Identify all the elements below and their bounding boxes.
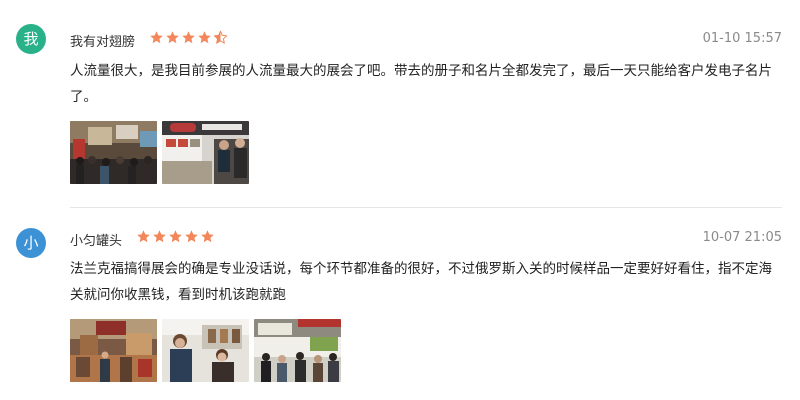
visitors-photo[interactable] xyxy=(162,319,249,382)
star-full-icon xyxy=(137,230,150,243)
rating-stars xyxy=(136,229,215,245)
review-timestamp: 01-10 15:57 xyxy=(702,31,782,46)
star-full-icon xyxy=(182,31,195,44)
review-item: 小 小匀罐头 10-07 21:05 法兰克福搞得展会的确是专业没话说，每个环节… xyxy=(0,208,800,400)
star-full-icon xyxy=(185,230,198,243)
photo-gallery xyxy=(70,121,249,184)
star-full-icon xyxy=(150,31,163,44)
exhibition-booth-photo[interactable] xyxy=(162,121,249,184)
avatar[interactable]: 我 xyxy=(16,24,46,54)
username[interactable]: 小匀罐头 xyxy=(70,230,122,249)
review-text: 人流量很大，是我目前参展的人流量最大的展会了吧。带去的册子和名片全都发完了，最后… xyxy=(70,63,772,105)
review-item: 我 我有对翅膀 01-10 15:57 人流量很大，是我目前参展的人流量最大的展… xyxy=(0,0,800,207)
star-full-icon xyxy=(201,230,214,243)
crowd-photo[interactable] xyxy=(254,319,341,382)
star-full-icon xyxy=(198,31,211,44)
photo-gallery xyxy=(70,319,341,382)
avatar[interactable]: 小 xyxy=(16,228,46,258)
username[interactable]: 我有对翅膀 xyxy=(70,31,135,50)
exhibition-hall-photo[interactable] xyxy=(70,319,157,382)
exhibition-hall-photo[interactable] xyxy=(70,121,157,184)
star-full-icon xyxy=(166,31,179,44)
star-full-icon xyxy=(169,230,182,243)
review-text: 法兰克福搞得展会的确是专业没话说，每个环节都准备的很好，不过俄罗斯入关的时候样品… xyxy=(70,261,772,303)
rating-stars xyxy=(149,30,228,46)
star-full-icon xyxy=(153,230,166,243)
review-timestamp: 10-07 21:05 xyxy=(702,230,782,245)
star-half-icon xyxy=(213,30,228,44)
